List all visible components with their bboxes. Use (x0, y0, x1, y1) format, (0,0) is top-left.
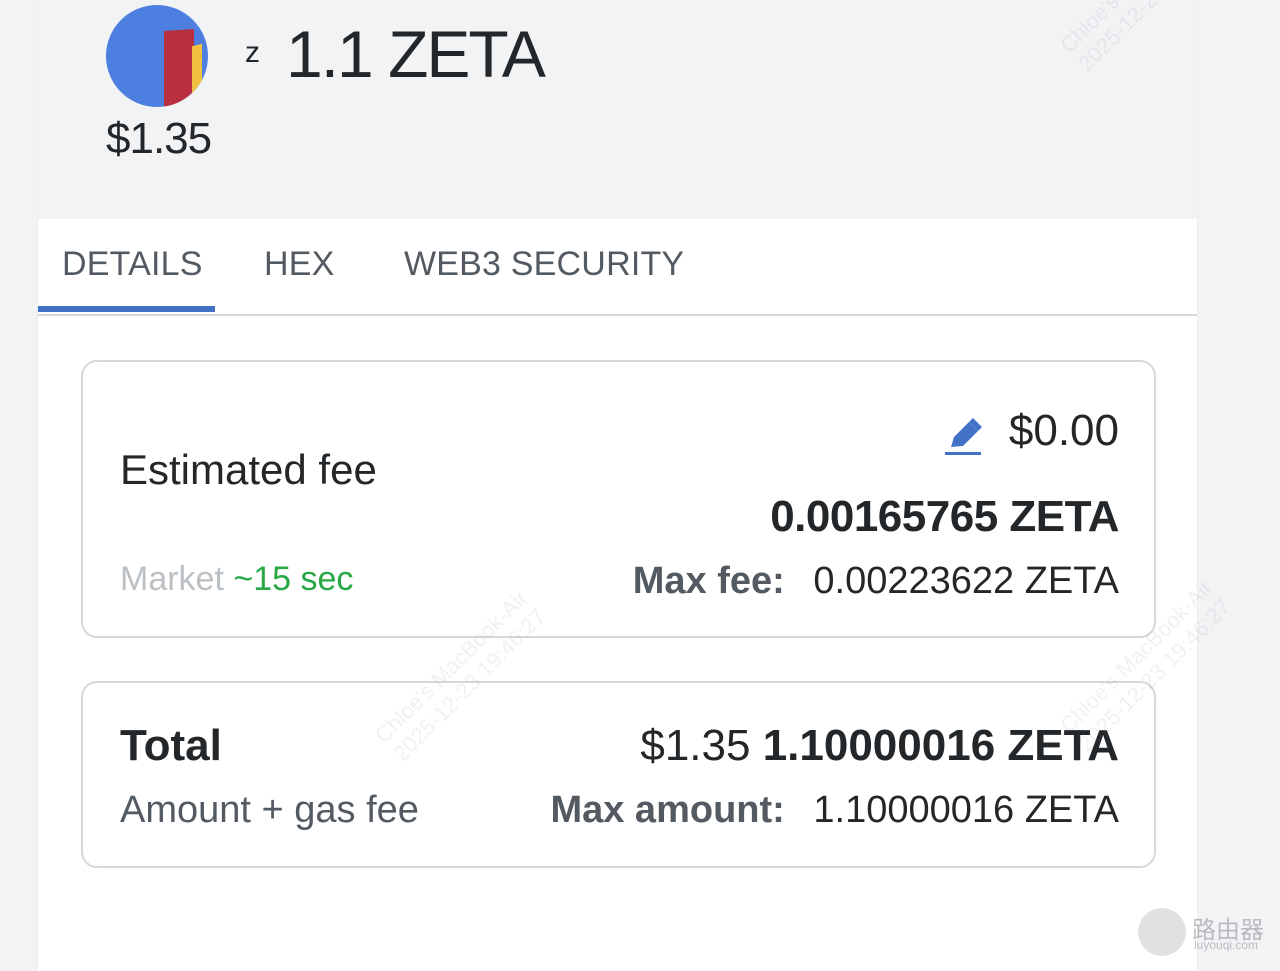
gas-speed[interactable]: Market ~15 sec (120, 560, 353, 599)
pencil-icon[interactable] (945, 417, 983, 457)
tab-details[interactable]: DETAILS (62, 245, 203, 284)
max-fee-label: Max fee: (632, 560, 785, 602)
tab-bar: DETAILS HEX WEB3 SECURITY (38, 219, 1197, 316)
max-amount-row: Max amount: 1.10000016 ZETA (550, 789, 1119, 832)
corner-brand-domain: luyouqi.com (1194, 938, 1259, 952)
fiat-value: $1.35 (106, 114, 212, 163)
total-usd: $1.35 (640, 721, 751, 770)
active-tab-indicator (38, 306, 215, 312)
transaction-panel: z 1.1 ZETA $1.35 DETAILS HEX WEB3 SECURI… (38, 0, 1197, 971)
gas-speed-time: ~15 sec (233, 560, 354, 598)
estimated-fee-label: Estimated fee (120, 446, 377, 493)
total-card: Total Amount + gas fee $1.35 1.10000016 … (81, 681, 1156, 868)
zeta-token-icon (106, 5, 208, 107)
tab-web3-security[interactable]: WEB3 SECURITY (404, 245, 684, 284)
max-fee-row: Max fee: 0.00223622 ZETA (633, 560, 1119, 603)
max-amount-value: 1.10000016 ZETA (813, 789, 1119, 831)
gas-speed-label: Market (120, 560, 224, 598)
fee-native-value: 0.00165765 ZETA (770, 492, 1119, 541)
total-label: Total (120, 721, 222, 770)
estimated-fee-card: Estimated fee $0.00 0.00165765 ZETA Mark… (81, 360, 1156, 638)
total-value: $1.35 1.10000016 ZETA (640, 721, 1119, 771)
router-logo-icon (1138, 908, 1186, 956)
fee-usd-value: $0.00 (1008, 406, 1119, 455)
token-symbol-letter: z (245, 36, 260, 69)
max-fee-value: 0.00223622 ZETA (813, 560, 1119, 602)
total-subtitle: Amount + gas fee (120, 789, 419, 831)
tab-hex[interactable]: HEX (264, 245, 335, 284)
token-header: z 1.1 ZETA $1.35 (38, 0, 1197, 219)
max-amount-label: Max amount: (550, 789, 785, 831)
token-amount: 1.1 ZETA (286, 17, 546, 91)
